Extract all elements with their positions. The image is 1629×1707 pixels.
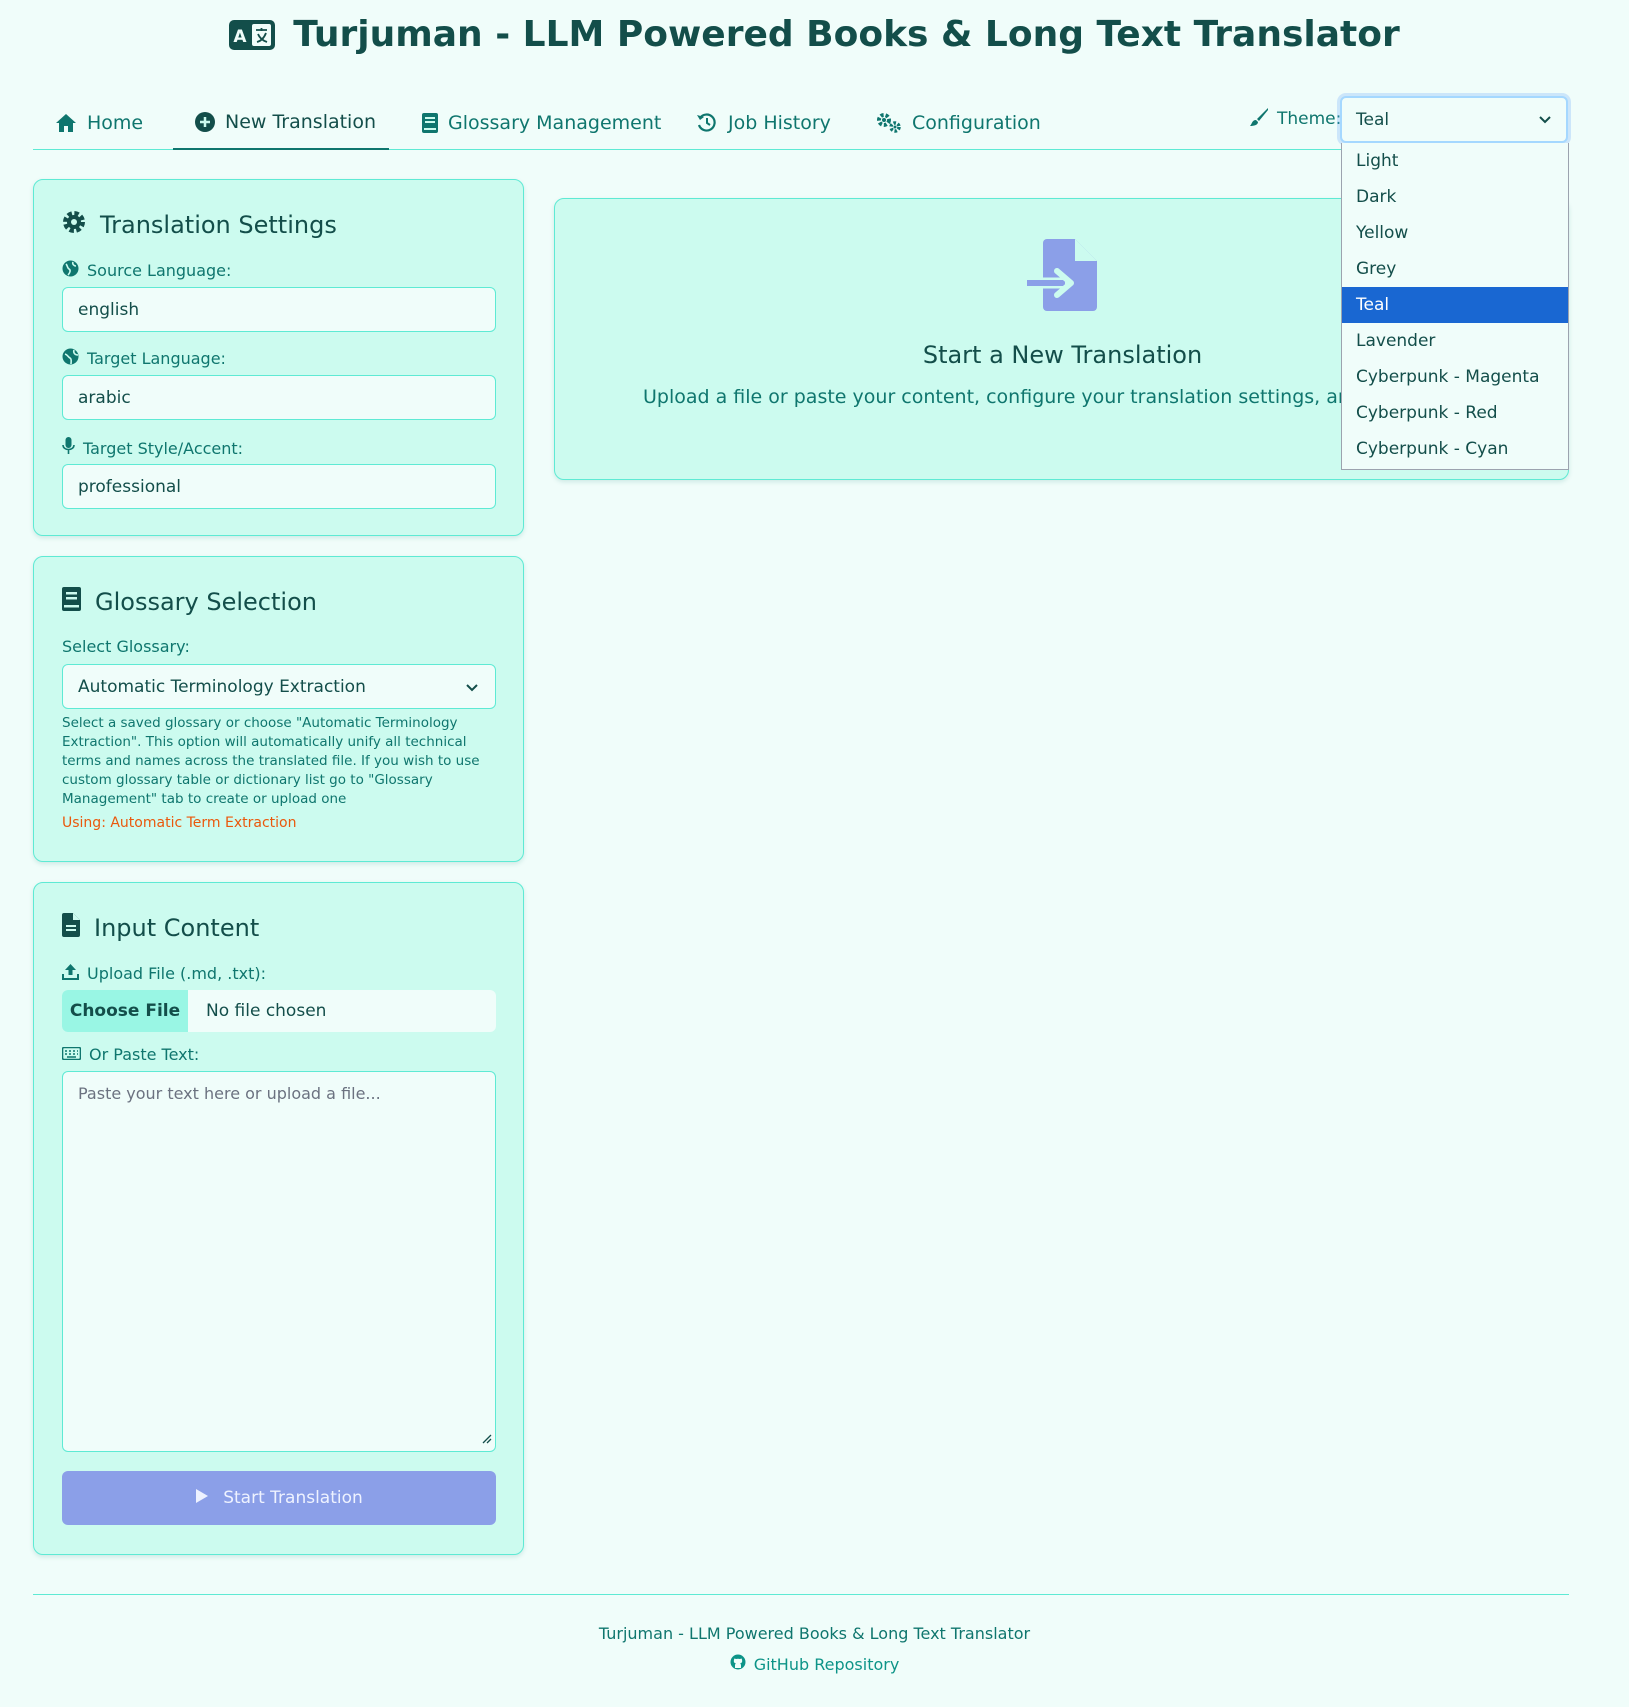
book-icon <box>62 587 81 617</box>
file-upload-input[interactable]: Choose File No file chosen <box>62 990 496 1032</box>
github-icon <box>730 1654 746 1674</box>
gears-icon <box>876 112 902 134</box>
tab-home-label: Home <box>87 112 144 134</box>
tab-home[interactable]: Home <box>55 96 143 150</box>
glossary-selection-title: Glossary Selection <box>62 587 317 617</box>
target-style-value: professional <box>78 476 182 497</box>
file-icon <box>62 913 80 943</box>
input-content-title: Input Content <box>62 913 259 943</box>
input-content-heading: Input Content <box>94 914 260 942</box>
target-style-label: Target Style/Accent: <box>62 437 243 459</box>
app-header: A Turjuman - LLM Powered Books & Long Te… <box>0 14 1629 55</box>
globe-icon <box>62 348 79 369</box>
tab-new-translation[interactable]: New Translation <box>173 96 389 150</box>
paste-text-label: Or Paste Text: <box>61 1045 200 1064</box>
theme-option-lavender[interactable]: Lavender <box>1342 323 1568 359</box>
upload-file-label: Upload File (.md, .txt): <box>62 963 266 984</box>
theme-option-yellow[interactable]: Yellow <box>1342 215 1568 251</box>
theme-option-cyberpunk-cyan[interactable]: Cyberpunk - Cyan <box>1342 431 1568 467</box>
home-icon <box>55 113 77 133</box>
source-language-label-text: Source Language: <box>87 261 232 280</box>
glossary-selection-heading: Glossary Selection <box>95 588 317 616</box>
footer-text: Turjuman - LLM Powered Books & Long Text… <box>598 1624 1031 1643</box>
paint-brush-icon <box>1249 107 1269 132</box>
play-icon <box>195 1488 209 1509</box>
tab-job-history-label: Job History <box>728 112 831 134</box>
globe-icon <box>62 260 79 281</box>
tab-configuration[interactable]: Configuration <box>876 96 1041 150</box>
theme-select[interactable]: Teal <box>1340 96 1568 143</box>
theme-dropdown: Light Dark Yellow Grey Teal Lavender Cyb… <box>1341 143 1569 470</box>
paste-text-label-text: Or Paste Text: <box>89 1045 200 1064</box>
tab-job-history[interactable]: Job History <box>696 96 831 150</box>
upload-file-label-text: Upload File (.md, .txt): <box>87 964 266 983</box>
glossary-select-value: Automatic Terminology Extraction <box>78 676 366 697</box>
target-style-input[interactable]: professional <box>62 464 496 509</box>
book-icon <box>422 113 438 133</box>
theme-option-teal[interactable]: Teal <box>1342 287 1568 323</box>
welcome-text: Upload a file or paste your content, con… <box>643 386 1438 408</box>
tab-new-translation-label: New Translation <box>225 111 377 133</box>
theme-option-grey[interactable]: Grey <box>1342 251 1568 287</box>
tab-glossary-label: Glossary Management <box>448 112 662 134</box>
source-language-input[interactable]: english <box>62 287 496 332</box>
target-language-label-text: Target Language: <box>87 349 226 368</box>
upload-icon <box>62 963 79 984</box>
file-import-icon <box>1025 239 1099 317</box>
tab-configuration-label: Configuration <box>912 112 1041 134</box>
github-link[interactable]: GitHub Repository <box>0 1654 1629 1674</box>
input-content-card: Input Content Upload File (.md, .txt): C… <box>33 882 524 1555</box>
paste-text-area[interactable]: Paste your text here or upload a file... <box>62 1071 496 1452</box>
target-language-value: arabic <box>78 387 131 408</box>
file-status: No file chosen <box>206 1001 327 1021</box>
target-language-input[interactable]: arabic <box>62 375 496 420</box>
footer-divider <box>33 1594 1569 1595</box>
theme-option-dark[interactable]: Dark <box>1342 179 1568 215</box>
target-language-label: Target Language: <box>62 348 226 369</box>
history-icon <box>696 112 718 134</box>
target-style-label-text: Target Style/Accent: <box>83 438 244 458</box>
glossary-selection-card: Glossary Selection Select Glossary: Auto… <box>33 556 524 862</box>
tab-glossary-management[interactable]: Glossary Management <box>422 96 661 150</box>
gear-icon <box>62 210 86 240</box>
theme-option-cyberpunk-magenta[interactable]: Cyberpunk - Magenta <box>1342 359 1568 395</box>
github-link-label[interactable]: GitHub Repository <box>754 1655 900 1674</box>
select-glossary-label-text: Select Glossary: <box>62 637 190 656</box>
start-translation-label: Start Translation <box>223 1488 363 1508</box>
app-root: A Turjuman - LLM Powered Books & Long Te… <box>0 0 1629 1707</box>
resize-handle-icon[interactable] <box>482 1429 492 1448</box>
glossary-select[interactable]: Automatic Terminology Extraction <box>62 664 496 709</box>
svg-text:A: A <box>234 27 248 47</box>
chevron-down-icon <box>1538 111 1552 131</box>
keyboard-icon <box>61 1045 82 1064</box>
translation-settings-title: Translation Settings <box>62 210 337 240</box>
source-language-label: Source Language: <box>62 260 231 281</box>
glossary-help-text: Select a saved glossary or choose "Autom… <box>62 715 480 807</box>
page-title: Turjuman - LLM Powered Books & Long Text… <box>293 14 1400 55</box>
translation-settings-heading: Translation Settings <box>100 211 337 239</box>
chevron-down-icon <box>465 679 479 699</box>
source-language-value: english <box>78 299 140 320</box>
theme-option-light[interactable]: Light <box>1342 143 1568 179</box>
theme-label-text: Theme: <box>1277 109 1342 129</box>
choose-file-button[interactable]: Choose File <box>62 990 188 1032</box>
theme-option-cyberpunk-red[interactable]: Cyberpunk - Red <box>1342 395 1568 431</box>
plus-circle-icon <box>195 112 215 132</box>
glossary-status: Using: Automatic Term Extraction <box>62 815 297 831</box>
microphone-icon <box>62 437 75 459</box>
theme-select-value: Teal <box>1356 109 1390 130</box>
translation-settings-card: Translation Settings Source Language: en… <box>33 179 524 536</box>
theme-label: Theme: <box>1249 106 1341 132</box>
translate-icon: A <box>229 19 276 50</box>
select-glossary-label: Select Glossary: <box>62 637 190 656</box>
start-translation-button[interactable]: Start Translation <box>62 1471 496 1525</box>
paste-text-placeholder: Paste your text here or upload a file... <box>78 1084 381 1103</box>
